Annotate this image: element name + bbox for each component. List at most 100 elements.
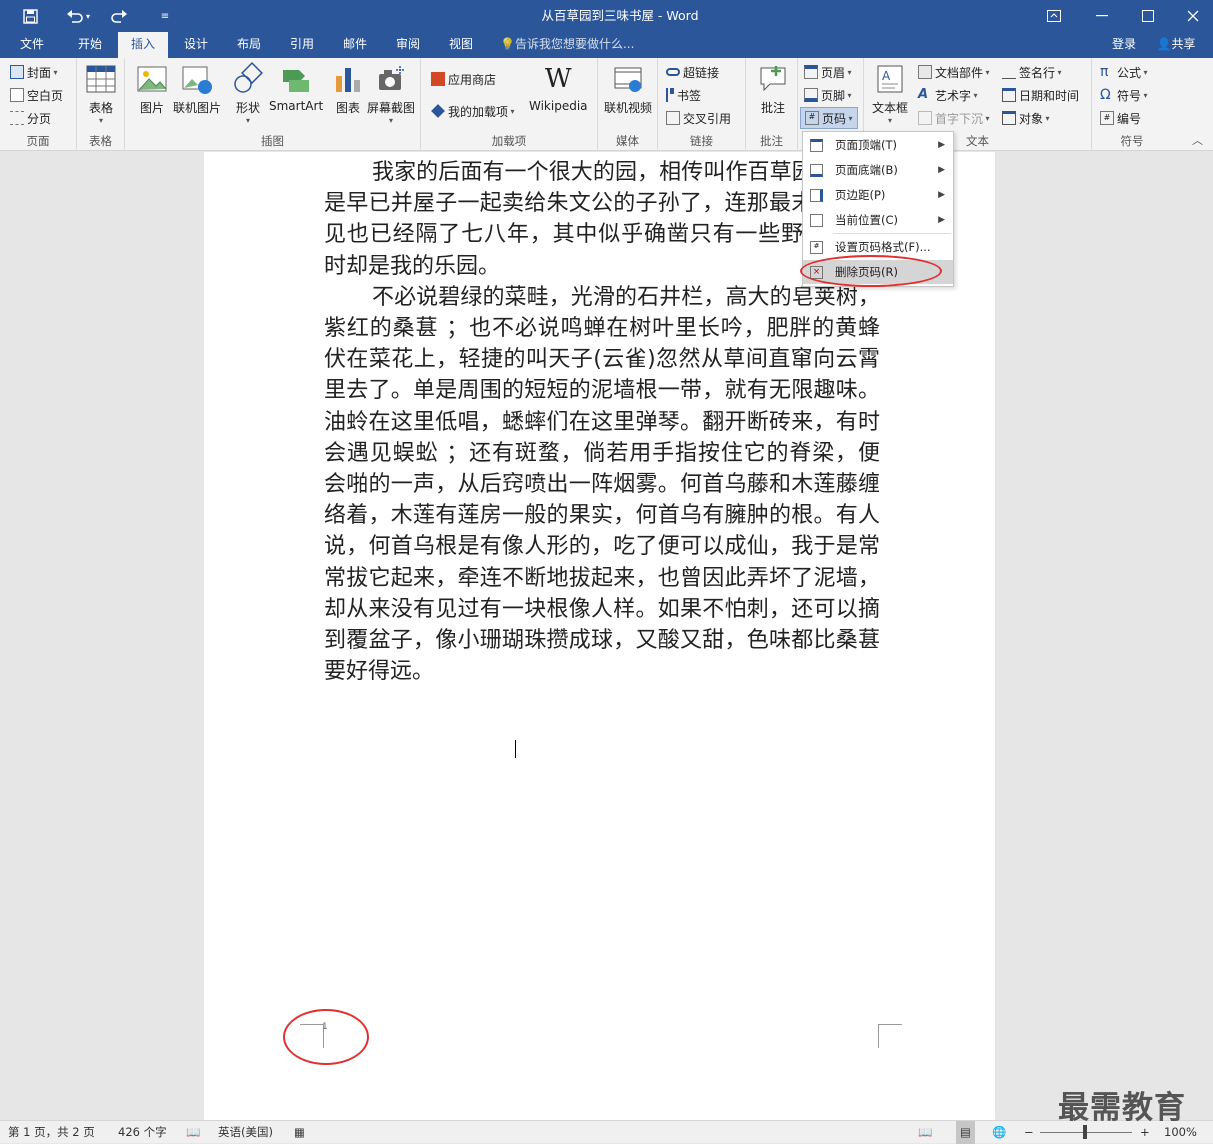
person-icon: 👤 <box>1156 37 1172 51</box>
highlight-circle-page-number <box>283 1009 369 1065</box>
share-button[interactable]: 👤共享 <box>1148 32 1204 58</box>
signin-link[interactable]: 登录 <box>1104 32 1144 58</box>
paragraph-2[interactable]: 不必说碧绿的菜畦，光滑的石井栏，高大的皂荚树，紫红的桑葚 ；也不必说鸣蝉在树叶里… <box>324 282 880 688</box>
text-cursor <box>515 740 516 758</box>
close-icon[interactable] <box>1178 0 1208 32</box>
tab-file[interactable]: 文件 <box>10 32 54 58</box>
number-button[interactable]: # 编号 <box>1100 107 1141 129</box>
screenshot-button[interactable]: 屏幕截图 ▾ <box>367 62 415 125</box>
proofing-icon[interactable]: 📖 <box>186 1121 202 1144</box>
minimize-icon[interactable] <box>1087 0 1117 32</box>
read-mode-icon[interactable]: 📖 <box>918 1121 932 1144</box>
group-pages: 封面 ▾ 空白页 分页 页面 <box>0 58 77 151</box>
store-button[interactable]: 应用商店 <box>431 68 496 90</box>
dropcap-button[interactable]: 首字下沉 ▾ <box>918 107 990 129</box>
menu-item-top-of-page[interactable]: 页面顶端(T) ▶ <box>803 133 953 157</box>
ribbon-display-icon[interactable] <box>1040 0 1068 32</box>
page-count[interactable]: 第 1 页，共 2 页 <box>8 1121 95 1144</box>
datetime-button[interactable]: 日期和时间 <box>1002 84 1079 106</box>
document-page[interactable]: 我家的后面有一个很大的园，相传叫作百草园。现在是早已并屋子一起卖给朱文公的子孙了… <box>204 152 995 1120</box>
print-layout-icon[interactable]: ▤ <box>956 1121 975 1144</box>
online-video-button[interactable]: 联机视频 <box>604 62 652 116</box>
online-picture-button[interactable]: 联机图片 <box>173 62 221 116</box>
footer-button[interactable]: 页脚 ▾ <box>804 84 852 106</box>
menu-item-current-position[interactable]: 当前位置(C) ▶ <box>803 208 953 232</box>
signature-button[interactable]: 签名行 ▾ <box>1002 61 1062 83</box>
macro-icon[interactable]: ▦ <box>294 1121 308 1144</box>
hyperlink-icon <box>666 68 680 76</box>
quickparts-button[interactable]: 文档部件 ▾ <box>918 61 990 83</box>
collapse-ribbon-icon[interactable]: ︿ <box>1192 132 1203 148</box>
crossref-icon <box>666 111 680 125</box>
customize-qat-icon[interactable]: ≡ <box>155 0 175 32</box>
hyperlink-button[interactable]: 超链接 <box>666 61 719 83</box>
zoom-slider-thumb[interactable] <box>1083 1125 1087 1139</box>
signature-icon <box>1002 65 1016 79</box>
page-number-button[interactable]: # 页码 ▾ <box>800 107 858 129</box>
group-comments: 批注 批注 <box>746 58 798 151</box>
comment-button[interactable]: 批注 <box>756 62 790 116</box>
tab-references[interactable]: 引用 <box>278 32 326 58</box>
wikipedia-button[interactable]: W Wikipedia <box>529 62 588 113</box>
group-label-tables: 表格 <box>89 134 112 148</box>
header-icon <box>804 65 818 79</box>
page-top-icon <box>810 138 823 152</box>
shapes-button[interactable]: 形状 ▾ <box>231 62 265 125</box>
wordart-icon: A <box>918 87 929 102</box>
status-bar: 第 1 页，共 2 页 426 个字 📖 英语(美国) ▦ 📖 ▤ 🌐 − + … <box>0 1120 1213 1144</box>
cover-page-icon <box>10 65 24 79</box>
symbol-button[interactable]: Ω 符号 ▾ <box>1100 84 1148 106</box>
group-media: 联机视频 媒体 <box>598 58 658 151</box>
document-body[interactable]: 我家的后面有一个很大的园，相传叫作百草园。现在是早已并屋子一起卖给朱文公的子孙了… <box>324 157 880 687</box>
menu-item-bottom-of-page[interactable]: 页面底端(B) ▶ <box>803 158 953 182</box>
calendar-icon <box>1002 88 1016 102</box>
cover-page-button[interactable]: 封面 ▾ <box>10 61 58 83</box>
screenshot-icon <box>379 66 404 90</box>
picture-button[interactable]: 图片 <box>135 62 169 116</box>
web-layout-icon[interactable]: 🌐 <box>992 1121 1006 1144</box>
group-label-links: 链接 <box>690 134 713 148</box>
watermark-logo: 最需教育 <box>1058 1090 1186 1126</box>
group-links: 超链接 书签 交叉引用 链接 <box>658 58 746 151</box>
bookmark-button[interactable]: 书签 <box>666 84 701 106</box>
blank-page-button[interactable]: 空白页 <box>10 84 63 106</box>
chart-button[interactable]: 图表 <box>331 62 365 116</box>
paragraph-1[interactable]: 我家的后面有一个很大的园，相传叫作百草园。现在是早已并屋子一起卖给朱文公的子孙了… <box>324 157 880 282</box>
maximize-icon[interactable] <box>1133 0 1163 32</box>
undo-icon[interactable]: ▾ <box>60 0 96 32</box>
ribbon-tabs: 文件 开始 插入 设计 布局 引用 邮件 审阅 视图 💡告诉我您想要做什么...… <box>0 32 1213 58</box>
page-break-button[interactable]: 分页 <box>10 107 51 129</box>
save-icon[interactable] <box>16 0 44 32</box>
smartart-button[interactable]: SmartArt <box>269 62 323 113</box>
zoom-out-button[interactable]: − <box>1024 1121 1034 1144</box>
language[interactable]: 英语(美国) <box>218 1121 273 1144</box>
share-label: 共享 <box>1171 37 1196 51</box>
word-count[interactable]: 426 个字 <box>118 1121 167 1144</box>
tab-design[interactable]: 设计 <box>172 32 220 58</box>
textbox-button[interactable]: A 文本框 ▾ <box>872 62 908 125</box>
my-addins-button[interactable]: 我的加载项 ▾ <box>431 100 515 122</box>
tell-me-box[interactable]: 💡告诉我您想要做什么... <box>500 32 650 58</box>
tab-home[interactable]: 开始 <box>66 32 114 58</box>
group-label-media: 媒体 <box>616 134 639 148</box>
addins-icon <box>431 104 445 118</box>
equation-button[interactable]: π 公式 ▾ <box>1100 61 1148 83</box>
header-button[interactable]: 页眉 ▾ <box>804 61 852 83</box>
tab-review[interactable]: 审阅 <box>384 32 432 58</box>
comment-icon <box>760 66 786 92</box>
menu-item-page-margins[interactable]: 页边距(P) ▶ <box>803 183 953 207</box>
textbox-icon: A <box>877 65 903 93</box>
crossref-button[interactable]: 交叉引用 <box>666 107 731 129</box>
title-bar: ▾ ≡ 从百草园到三味书屋 - Word <box>0 0 1213 32</box>
object-button[interactable]: 对象 ▾ <box>1002 107 1050 129</box>
tab-insert[interactable]: 插入 <box>118 32 168 58</box>
tab-layout[interactable]: 布局 <box>225 32 273 58</box>
smartart-icon <box>283 70 310 92</box>
dropcap-icon <box>918 111 932 125</box>
tab-view[interactable]: 视图 <box>437 32 485 58</box>
wordart-button[interactable]: A 艺术字 ▾ <box>918 84 978 106</box>
redo-icon[interactable] <box>108 0 130 32</box>
tab-mailings[interactable]: 邮件 <box>331 32 379 58</box>
table-button[interactable]: 表格 ▾ <box>84 62 118 125</box>
menu-separator <box>833 233 951 234</box>
